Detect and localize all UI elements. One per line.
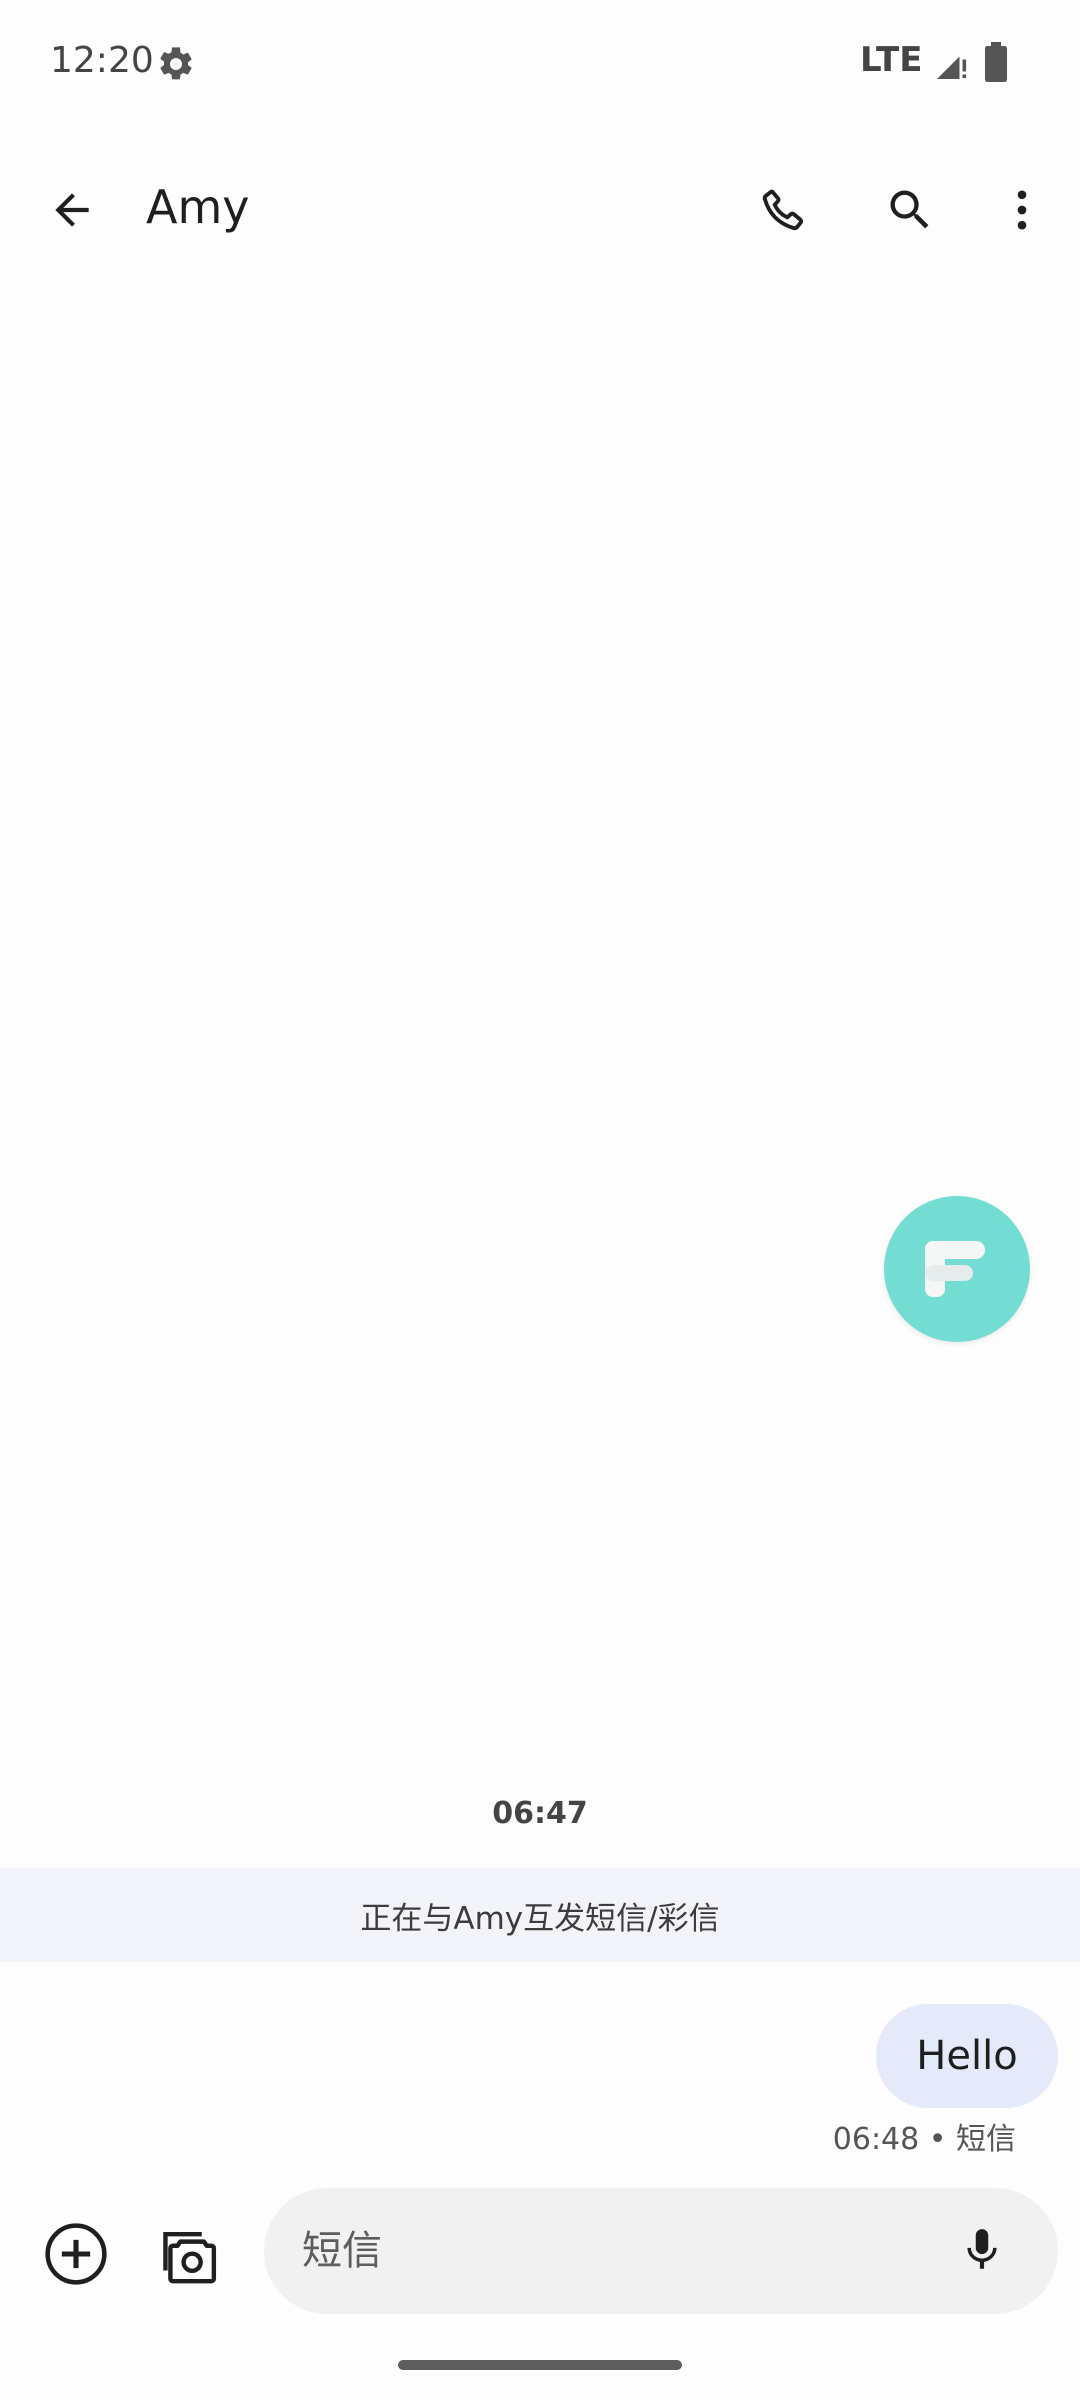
gallery-camera-icon [163,2232,217,2284]
status-bar: 12:20 LTE [0,0,1080,130]
signal-icon [934,46,970,82]
more-vert-icon [1017,190,1027,230]
sms-mms-banner-text: 正在与Amy互发短信/彩信 [360,1900,720,1937]
compose-bar [0,2180,1080,2320]
battery-icon [984,42,1008,82]
gallery-camera-button[interactable] [148,2214,228,2294]
add-circle-icon [45,2223,107,2285]
message-text: Hello [916,2033,1018,2079]
back-arrow-icon [55,193,89,227]
back-button[interactable] [32,170,112,250]
settings-gear-icon [156,44,196,84]
f-logo-icon [925,1241,985,1297]
network-type: LTE [860,40,923,80]
top-app-bar: Amy [0,150,1080,270]
message-meta: 06:48 • 短信 [832,2122,1016,2157]
sms-mms-banner: 正在与Amy互发短信/彩信 [0,1868,1080,1962]
search-icon [890,190,929,229]
floating-app-bubble[interactable] [884,1196,1030,1342]
compose-field[interactable] [264,2188,1058,2314]
messages-screen: 12:20 LTE Amy 06:47 正在与Amy互发短信/彩信 Hello … [0,0,1080,2400]
search-button[interactable] [870,170,950,250]
status-time: 12:20 [50,40,154,81]
gesture-nav-handle[interactable] [398,2360,682,2370]
contact-name: Amy [146,180,250,234]
phone-icon [762,189,804,231]
conversation-timestamp: 06:47 [492,1796,588,1831]
message-input[interactable] [300,2218,904,2284]
call-button[interactable] [744,170,824,250]
outgoing-message-bubble[interactable]: Hello [876,2004,1058,2108]
mic-icon [967,2229,997,2269]
add-attachment-button[interactable] [38,2216,114,2292]
voice-input-button[interactable] [950,2218,1014,2282]
more-options-button[interactable] [982,170,1062,250]
